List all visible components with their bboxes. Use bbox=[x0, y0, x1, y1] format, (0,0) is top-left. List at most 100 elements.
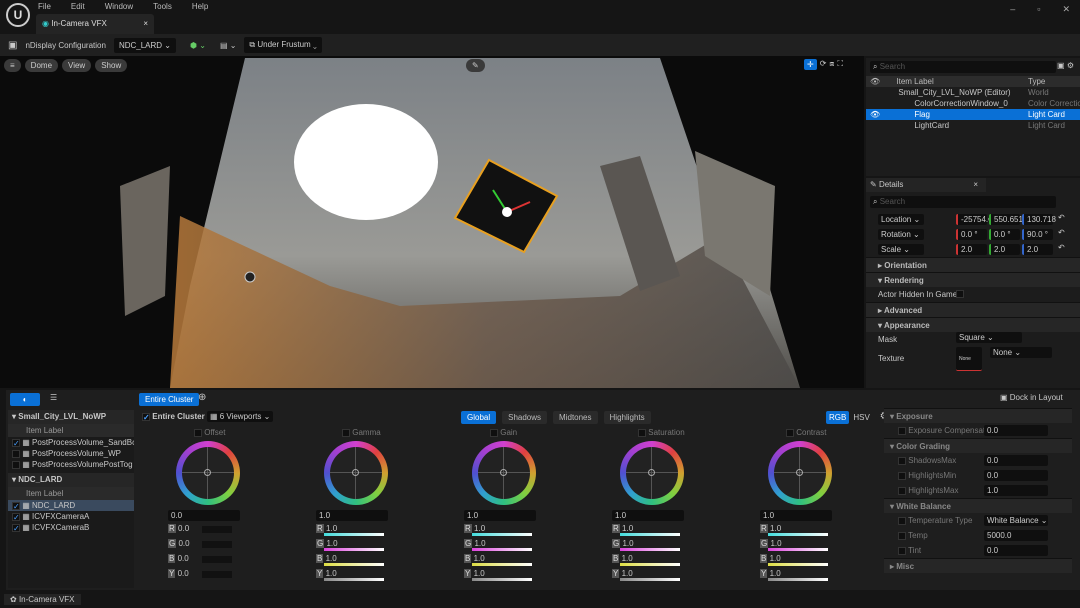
tab-in-camera-vfx[interactable]: ◉ In-Camera VFX × bbox=[36, 14, 154, 34]
group-header[interactable]: ▾ NDC_LARD bbox=[8, 473, 134, 487]
outliner-row[interactable]: 👁 Small_City_LVL_NoWP (Editor)World bbox=[866, 87, 1080, 98]
color-wheel[interactable] bbox=[472, 441, 536, 505]
wheel-handle[interactable] bbox=[204, 469, 211, 476]
prop-override-checkbox[interactable] bbox=[898, 471, 906, 480]
transform-z-input[interactable]: 130.718 bbox=[1022, 214, 1056, 225]
transform-z-input[interactable]: 90.0 ° bbox=[1022, 229, 1053, 240]
channel-b-slider[interactable]: B 1.0 bbox=[316, 554, 388, 566]
config-dropdown[interactable]: NDC_LARD ⌄ bbox=[113, 37, 177, 53]
channel-g-slider[interactable]: G 0.0 bbox=[168, 539, 240, 551]
hsv-mode[interactable]: HSV bbox=[853, 411, 869, 424]
add-actor-icon[interactable]: ⬢ ⌄ bbox=[190, 41, 206, 50]
prop-value-input[interactable]: White Balance ⌄ bbox=[984, 515, 1048, 526]
channel-r-slider[interactable]: R 1.0 bbox=[464, 524, 536, 536]
menu-window[interactable]: Window bbox=[105, 2, 133, 11]
channel-b-slider[interactable]: B 1.0 bbox=[612, 554, 684, 566]
prop-value-input[interactable]: 0.0 bbox=[984, 545, 1048, 556]
tab-global[interactable]: Global bbox=[461, 411, 497, 424]
section-appearance[interactable]: ▾ Appearance bbox=[866, 317, 1080, 332]
outliner-settings-icon[interactable]: ▣ ⚙ bbox=[1057, 61, 1074, 70]
channel-b-slider[interactable]: B 1.0 bbox=[760, 554, 832, 566]
color-wheel[interactable] bbox=[324, 441, 388, 505]
scale-icon[interactable]: ⧈ bbox=[829, 59, 834, 70]
transform-z-input[interactable]: 2.0 bbox=[1022, 244, 1053, 255]
channel-y-slider[interactable]: Y 1.0 bbox=[760, 569, 832, 581]
wheel-enable-checkbox[interactable] bbox=[194, 428, 202, 437]
prop-section[interactable]: ▾ Color Grading bbox=[884, 438, 1072, 453]
dome-button[interactable]: Dome bbox=[24, 59, 59, 72]
item-checkbox[interactable] bbox=[12, 460, 20, 469]
prop-override-checkbox[interactable] bbox=[898, 531, 906, 540]
wheel-handle[interactable] bbox=[500, 469, 507, 476]
prop-value-input[interactable]: 0.0 bbox=[984, 470, 1048, 481]
rotate-icon[interactable]: ⟳ bbox=[820, 59, 827, 70]
wheel-enable-checkbox[interactable] bbox=[342, 428, 350, 437]
channel-y-slider[interactable]: Y 1.0 bbox=[316, 569, 388, 581]
wheel-enable-checkbox[interactable] bbox=[490, 428, 498, 437]
viewport-menu-icon[interactable]: ≡ bbox=[4, 59, 21, 72]
channel-b-slider[interactable]: B 0.0 bbox=[168, 554, 240, 566]
item-checkbox[interactable] bbox=[12, 438, 20, 447]
show-button[interactable]: Show bbox=[95, 59, 128, 72]
wheel-value-input[interactable]: 1.0 bbox=[612, 510, 684, 521]
details-search[interactable]: ⌕ Search bbox=[870, 196, 1056, 208]
group-item[interactable]: ▦ PostProcessVolumePostTog bbox=[8, 459, 134, 470]
entire-cluster-button[interactable]: Entire Cluster bbox=[139, 393, 200, 406]
wheel-enable-checkbox[interactable] bbox=[638, 428, 646, 437]
channel-g-slider[interactable]: G 1.0 bbox=[612, 539, 684, 551]
entire-cluster-checkbox[interactable] bbox=[142, 412, 150, 421]
wheel-handle[interactable] bbox=[796, 469, 803, 476]
prop-section[interactable]: ▸ Misc bbox=[884, 558, 1072, 573]
tab-close-icon[interactable]: × bbox=[143, 19, 148, 28]
reset-icon[interactable]: ↶ bbox=[1058, 212, 1065, 223]
menu-help[interactable]: Help bbox=[192, 2, 208, 11]
transform-y-input[interactable]: 2.0 bbox=[989, 244, 1020, 255]
menu-file[interactable]: File bbox=[38, 2, 51, 11]
texture-thumbnail[interactable]: None bbox=[956, 347, 982, 371]
item-checkbox[interactable] bbox=[12, 501, 20, 510]
item-checkbox[interactable] bbox=[12, 449, 20, 458]
blueprint-icon[interactable]: ▤ ⌄ bbox=[220, 41, 236, 50]
channel-g-slider[interactable]: G 1.0 bbox=[316, 539, 388, 551]
group-item[interactable]: ▦ PostProcessVolume_WP bbox=[8, 448, 134, 459]
prop-override-checkbox[interactable] bbox=[898, 546, 906, 555]
wheel-value-input[interactable]: 1.0 bbox=[316, 510, 388, 521]
minimize-button[interactable]: – bbox=[1010, 4, 1015, 14]
transform-x-input[interactable]: 2.0 bbox=[956, 244, 987, 255]
view-button[interactable]: View bbox=[62, 59, 92, 72]
tab-shadows[interactable]: Shadows bbox=[502, 411, 548, 424]
transform-x-input[interactable]: 0.0 ° bbox=[956, 229, 987, 240]
tab-highlights[interactable]: Highlights bbox=[603, 411, 651, 424]
color-wheel[interactable] bbox=[176, 441, 240, 505]
outliner-row[interactable]: 👁 Flag Light Card bbox=[866, 109, 1080, 120]
prop-override-checkbox[interactable] bbox=[898, 516, 906, 525]
translate-icon[interactable]: ✛ bbox=[804, 59, 817, 70]
actor-hidden-checkbox[interactable] bbox=[956, 290, 964, 298]
outliner-row[interactable]: 👁 LightCardLight Card bbox=[866, 120, 1080, 131]
wheel-handle[interactable] bbox=[648, 469, 655, 476]
frustum-dropdown[interactable]: ⧉ Under Frustum ⌄ bbox=[244, 37, 322, 53]
menu-tools[interactable]: Tools bbox=[153, 2, 172, 11]
wheel-handle[interactable] bbox=[352, 469, 359, 476]
rgb-mode[interactable]: RGB bbox=[826, 411, 850, 424]
transform-mode-dropdown[interactable]: Location ⌄ bbox=[878, 214, 924, 225]
prop-override-checkbox[interactable] bbox=[898, 486, 906, 495]
prop-value-input[interactable]: 0.0 bbox=[984, 425, 1048, 436]
channel-g-slider[interactable]: G 1.0 bbox=[760, 539, 832, 551]
settings-sliders-icon[interactable]: ☰ bbox=[50, 393, 57, 402]
item-checkbox[interactable] bbox=[12, 512, 20, 521]
reset-icon[interactable]: ↶ bbox=[1058, 227, 1065, 238]
transform-y-input[interactable]: 0.0 ° bbox=[989, 229, 1020, 240]
outliner-row[interactable]: 👁 ColorCorrectionWindow_0Color Correctio bbox=[866, 98, 1080, 109]
group-item[interactable]: ▦ NDC_LARD bbox=[8, 500, 134, 511]
group-item[interactable]: ▦ ICVFXCameraA bbox=[8, 511, 134, 522]
outliner-search[interactable]: ⌕ Search bbox=[870, 61, 1056, 73]
group-item[interactable]: ▦ PostProcessVolume_SandBc bbox=[8, 437, 134, 448]
reset-icon[interactable]: ↶ bbox=[1058, 242, 1065, 253]
channel-y-slider[interactable]: Y 0.0 bbox=[168, 569, 240, 581]
channel-r-slider[interactable]: R 1.0 bbox=[760, 524, 832, 536]
prop-override-checkbox[interactable] bbox=[898, 426, 906, 435]
item-checkbox[interactable] bbox=[12, 523, 20, 532]
prop-value-input[interactable]: 1.0 bbox=[984, 485, 1048, 496]
visibility-icon[interactable]: 👁 bbox=[870, 110, 882, 119]
